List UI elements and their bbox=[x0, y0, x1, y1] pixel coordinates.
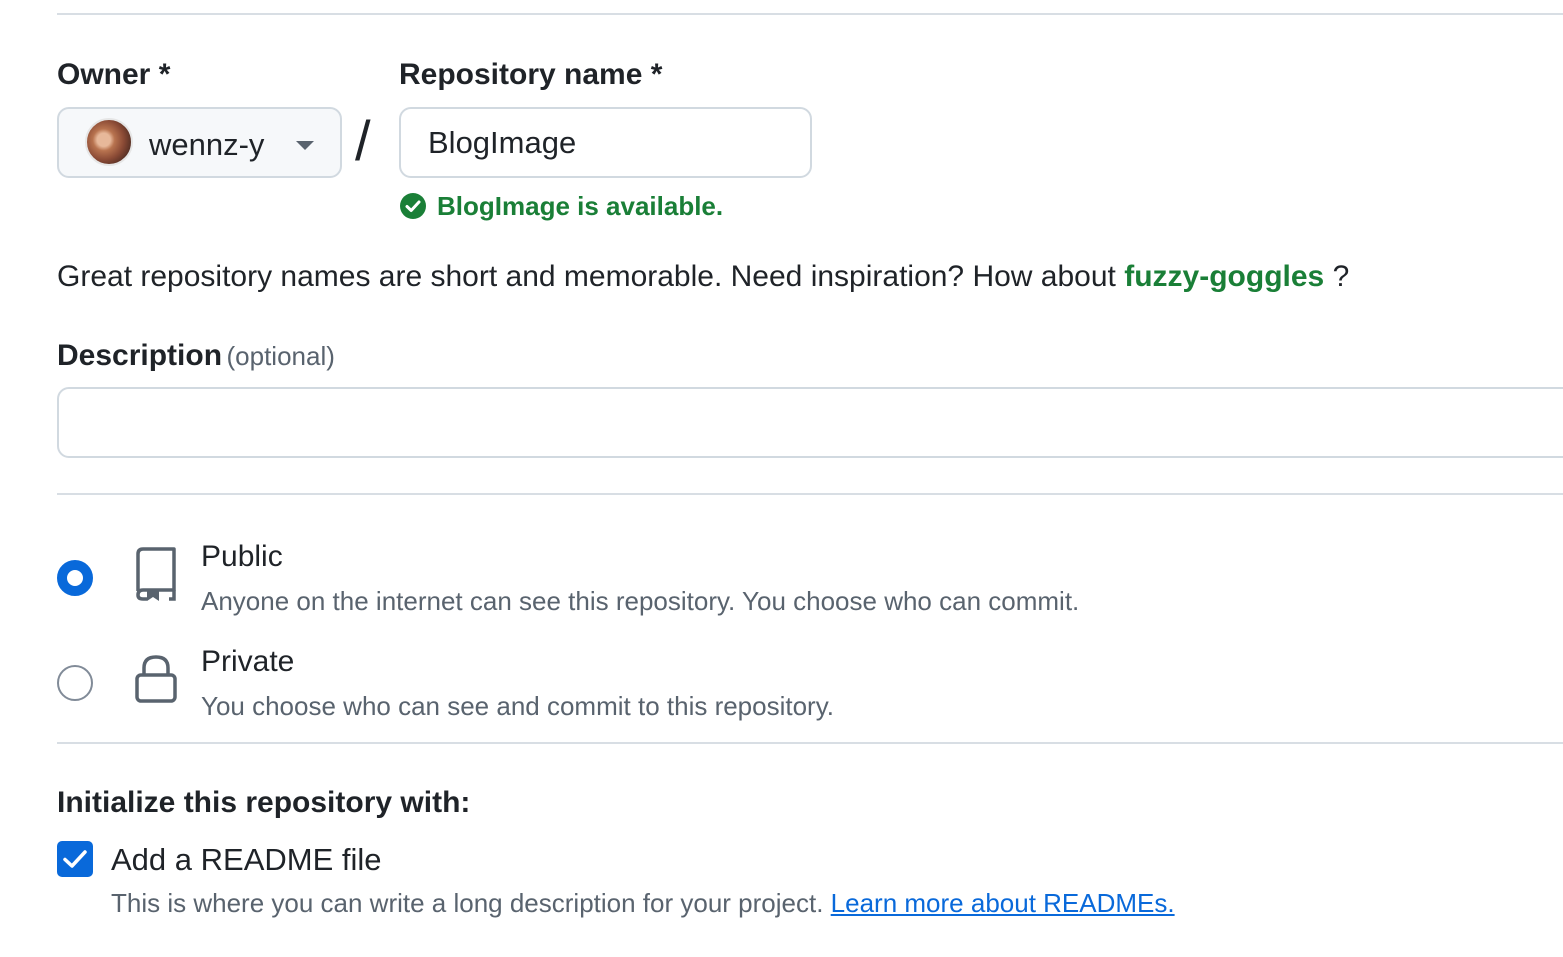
readme-description: This is where you can write a long descr… bbox=[111, 888, 824, 918]
public-description: Anyone on the internet can see this repo… bbox=[201, 586, 1080, 616]
private-description: You choose who can see and commit to thi… bbox=[201, 691, 835, 721]
availability-text: BlogImage is available. bbox=[437, 190, 724, 221]
public-radio[interactable] bbox=[57, 560, 93, 596]
chevron-down-icon bbox=[296, 141, 314, 150]
description-label-row: Description (optional) bbox=[57, 339, 335, 373]
initialize-heading: Initialize this repository with: bbox=[57, 786, 471, 819]
section-divider bbox=[57, 742, 1563, 744]
repo-icon bbox=[136, 547, 176, 601]
readme-title: Add a README file bbox=[111, 842, 382, 877]
inspiration-text: Great repository names are short and mem… bbox=[57, 260, 1116, 293]
private-title: Private bbox=[201, 645, 295, 678]
section-divider bbox=[57, 493, 1563, 495]
repository-name-label: Repository name * bbox=[399, 58, 663, 91]
top-divider bbox=[57, 13, 1563, 15]
name-suggestion-link[interactable]: fuzzy-goggles bbox=[1124, 260, 1324, 293]
lock-icon bbox=[135, 655, 177, 703]
readme-description-row: This is where you can write a long descr… bbox=[111, 888, 1175, 919]
description-optional-hint: (optional) bbox=[226, 341, 335, 371]
learn-more-readmes-link[interactable]: Learn more about READMEs. bbox=[831, 888, 1175, 918]
availability-message: BlogImage is available. bbox=[399, 190, 723, 222]
name-inspiration: Great repository names are short and mem… bbox=[57, 260, 1349, 294]
private-radio[interactable] bbox=[57, 665, 93, 701]
owner-dropdown[interactable]: wennz-y bbox=[57, 107, 342, 178]
description-input[interactable] bbox=[57, 387, 1563, 458]
owner-name: wennz-y bbox=[149, 127, 265, 162]
owner-label: Owner * bbox=[57, 58, 171, 91]
checkmark-icon bbox=[63, 850, 87, 868]
inspiration-suffix: ? bbox=[1332, 260, 1350, 293]
avatar bbox=[85, 118, 133, 166]
description-label: Description bbox=[57, 339, 223, 372]
owner-repo-separator: / bbox=[355, 109, 371, 172]
readme-checkbox[interactable] bbox=[57, 841, 93, 877]
public-title: Public bbox=[201, 540, 283, 573]
repository-name-input[interactable] bbox=[399, 107, 812, 178]
check-circle-icon bbox=[400, 193, 426, 219]
